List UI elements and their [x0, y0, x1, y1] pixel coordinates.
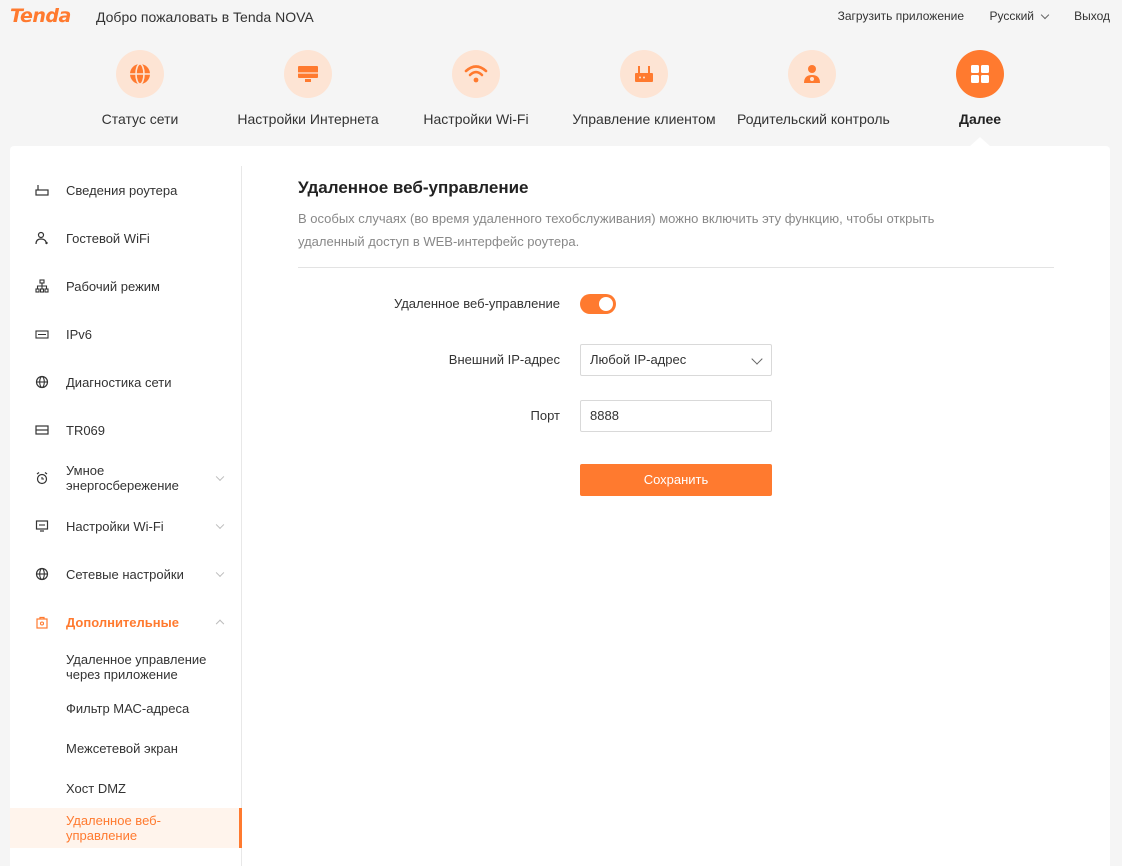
- content-panel: Удаленное веб-управление В особых случая…: [298, 178, 1054, 496]
- globe-icon: [34, 566, 50, 582]
- sidebar-item-work-mode[interactable]: Рабочий режим: [10, 262, 241, 310]
- sidebar-item-label: Рабочий режим: [66, 278, 160, 294]
- sidebar-subitem-dmz[interactable]: Хост DMZ: [10, 768, 241, 808]
- download-app-link[interactable]: Загрузить приложение: [838, 9, 964, 23]
- chevron-down-icon: [215, 472, 225, 482]
- language-label: Русский: [989, 9, 1034, 23]
- toggle-knob: [599, 297, 613, 311]
- sidebar-item-label: Умное энергосбережение: [66, 463, 179, 493]
- welcome-text: Добро пожаловать в Tenda NOVA: [96, 9, 314, 25]
- nav-label: Настройки Wi-Fi: [423, 111, 529, 127]
- alarm-icon: [34, 470, 50, 486]
- sidebar-subitem-label: Удаленное веб-управление: [66, 813, 161, 843]
- nav-circle: [620, 50, 668, 98]
- nav-label: Настройки Интернета: [237, 111, 379, 127]
- sidebar-subitem-label: Удаленное управление через приложение: [66, 652, 207, 682]
- tr069-icon: [34, 422, 50, 438]
- sidebar-item-ipv6[interactable]: IPv6: [10, 310, 241, 358]
- chevron-up-icon: [215, 619, 225, 629]
- external-ip-label: Внешний IP-адрес: [448, 352, 560, 367]
- port-value: 8888: [590, 408, 619, 423]
- port-row: Порт 8888: [298, 400, 1054, 432]
- main-card: Сведения роутера Гостевой WiFi Рабочий р…: [10, 146, 1110, 866]
- language-select[interactable]: Русский: [989, 9, 1050, 23]
- router-icon: [635, 66, 653, 82]
- logout-link[interactable]: Выход: [1074, 9, 1110, 23]
- nav-item-wifi-settings[interactable]: Настройки Wi-Fi: [401, 46, 551, 127]
- sidebar-subitem-mac-filter[interactable]: Фильтр МАС-адреса: [10, 688, 241, 728]
- nav-label: Далее: [958, 111, 1002, 127]
- sidebar-item-router-info[interactable]: Сведения роутера: [10, 166, 241, 214]
- wifi-settings-icon: [34, 518, 50, 534]
- sidebar-subitem-app-remote[interactable]: Удаленное управление через приложение: [10, 646, 241, 688]
- nav-item-more[interactable]: Далее: [905, 46, 1055, 127]
- sidebar-subitem-label: Фильтр МАС-адреса: [66, 700, 190, 716]
- bag-icon: [34, 614, 50, 630]
- sidebar-subitem-label: Хост DMZ: [66, 780, 126, 796]
- sidebar-item-label: Сведения роутера: [66, 182, 178, 198]
- external-ip-value: Любой IP-адрес: [590, 352, 687, 367]
- tenda-logo[interactable]: Tenda: [10, 5, 71, 27]
- remote-web-toggle[interactable]: [580, 294, 616, 314]
- nav-circle: [116, 50, 164, 98]
- nav-item-internet-settings[interactable]: Настройки Интернета: [233, 46, 383, 127]
- topology-icon: [34, 278, 50, 294]
- top-bar: Tenda Добро пожаловать в Tenda NOVA Загр…: [0, 0, 1122, 32]
- wifi-icon: [464, 65, 488, 83]
- chevron-down-icon: [1040, 10, 1050, 19]
- sidebar-item-label: Сетевые настройки: [66, 566, 184, 582]
- sidebar: Сведения роутера Гостевой WiFi Рабочий р…: [10, 166, 242, 866]
- external-ip-row: Внешний IP-адрес Любой IP-адрес: [298, 344, 1054, 376]
- globe-icon: [34, 374, 50, 390]
- sidebar-item-advanced[interactable]: Дополнительные: [10, 598, 241, 646]
- nav-item-client-management[interactable]: Управление клиентом: [569, 46, 719, 127]
- external-ip-select[interactable]: Любой IP-адрес: [580, 344, 772, 376]
- nav-circle: [452, 50, 500, 98]
- nav-circle: [788, 50, 836, 98]
- sidebar-item-label: Настройки Wi-Fi: [66, 518, 164, 534]
- nav-item-network-status[interactable]: Статус сети: [65, 46, 215, 127]
- guest-icon: [34, 230, 50, 246]
- ipv6-icon: [34, 326, 50, 342]
- remote-web-label: Удаленное веб-управление: [393, 296, 560, 311]
- save-row: Сохранить: [298, 464, 1054, 496]
- chevron-down-icon: [215, 568, 225, 578]
- port-input[interactable]: 8888: [580, 400, 772, 432]
- save-button[interactable]: Сохранить: [580, 464, 772, 496]
- sidebar-item-guest-wifi[interactable]: Гостевой WiFi: [10, 214, 241, 262]
- chevron-down-icon: [751, 353, 763, 365]
- nav-label: Родительский контроль: [737, 111, 890, 127]
- sidebar-item-label: TR069: [66, 422, 106, 438]
- page-title: Удаленное веб-управление: [298, 178, 529, 197]
- nav-circle: [284, 50, 332, 98]
- divider: [298, 267, 1054, 268]
- globe-icon: [130, 63, 150, 85]
- sidebar-subitem-label: Межсетевой экран: [66, 740, 178, 756]
- router-info-icon: [34, 182, 50, 198]
- monitor-icon: [298, 66, 318, 82]
- sidebar-item-network-diagnostics[interactable]: Диагностика сети: [10, 358, 241, 406]
- sidebar-item-wifi-settings[interactable]: Настройки Wi-Fi: [10, 502, 241, 550]
- nav-label: Управление клиентом: [572, 111, 716, 127]
- sidebar-subitem-remote-web[interactable]: Удаленное веб-управление: [10, 808, 242, 848]
- nav-item-parental-control[interactable]: Родительский контроль: [737, 46, 890, 127]
- sidebar-item-label: IPv6: [66, 326, 93, 342]
- nav-circle: [956, 50, 1004, 98]
- sidebar-item-label: Диагностика сети: [66, 374, 172, 390]
- chevron-down-icon: [215, 520, 225, 530]
- main-nav: Статус сети Настройки Интернета Настройк…: [0, 46, 1122, 141]
- parent-icon: [804, 65, 820, 83]
- port-label: Порт: [530, 408, 560, 423]
- active-tab-indicator: [970, 137, 990, 146]
- sidebar-item-smart-power-saving[interactable]: Умное энергосбережение: [10, 454, 241, 502]
- sidebar-item-tr069[interactable]: TR069: [10, 406, 241, 454]
- sidebar-item-label: Гостевой WiFi: [66, 230, 150, 246]
- sidebar-item-network-settings[interactable]: Сетевые настройки: [10, 550, 241, 598]
- grid-icon: [971, 65, 989, 83]
- sidebar-subitem-firewall[interactable]: Межсетевой экран: [10, 728, 241, 768]
- sidebar-item-label: Дополнительные: [66, 614, 179, 630]
- remote-web-row: Удаленное веб-управление: [298, 288, 1054, 320]
- nav-label: Статус сети: [101, 111, 179, 127]
- page-description: В особых случаях (во время удаленного те…: [298, 211, 935, 249]
